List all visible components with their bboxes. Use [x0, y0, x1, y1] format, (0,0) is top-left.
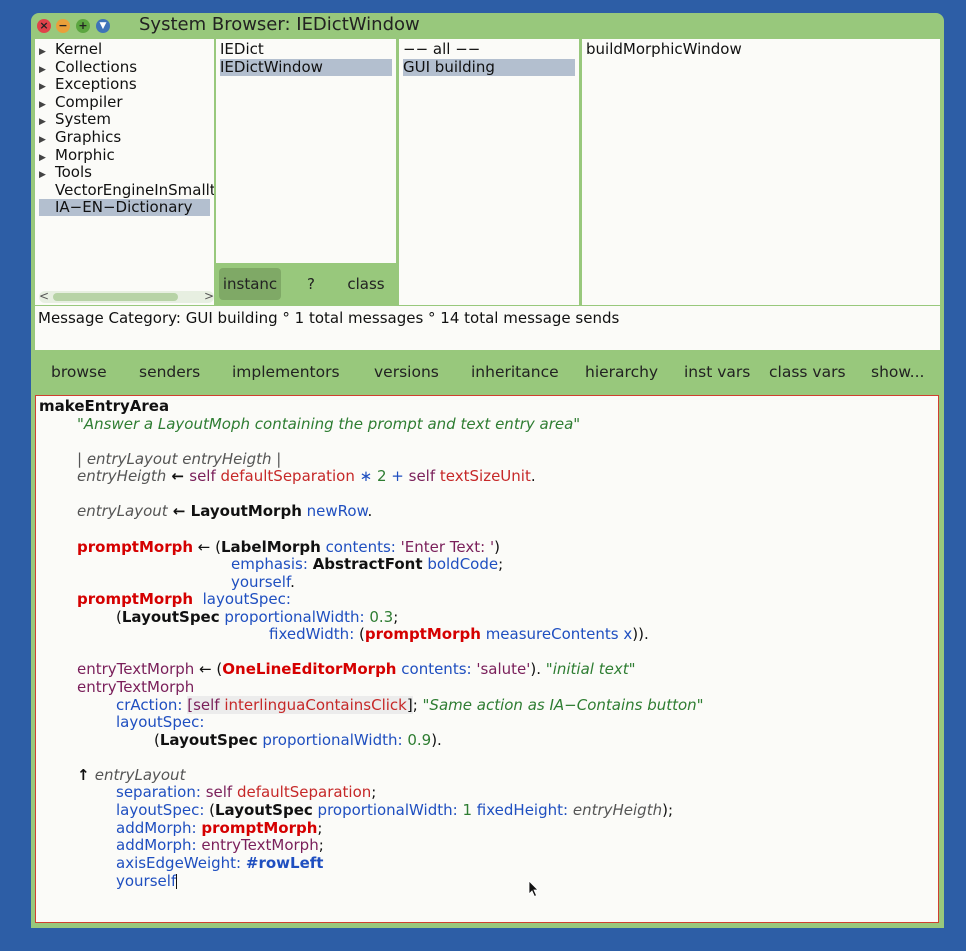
list-item[interactable]: ▶ Tools	[39, 164, 210, 181]
class-vars-button[interactable]: class vars	[769, 363, 846, 381]
inheritance-button[interactable]: inheritance	[471, 363, 559, 381]
code-line: promptMorph layoutSpec:	[77, 590, 291, 608]
list-item[interactable]: IEDict	[220, 41, 392, 58]
mouse-pointer-icon	[528, 880, 539, 898]
maximize-icon[interactable]: +	[76, 19, 90, 33]
list-item[interactable]: −− all −−	[403, 41, 575, 58]
window-menu-icon[interactable]: ▼	[96, 19, 110, 33]
browser-toolbar: browse senders implementors versions inh…	[35, 353, 940, 393]
list-item[interactable]: ▶ Compiler	[39, 93, 210, 111]
window-title: System Browser: IEDictWindow	[139, 14, 420, 35]
list-item[interactable]: ▶ Kernel	[39, 41, 210, 58]
code-line: (LayoutSpec proportionalWidth: 0.9).	[154, 731, 442, 749]
instance-class-switch: instanc ? class	[215, 265, 397, 303]
code-line: emphasis: AbstractFont boldCode;	[231, 555, 504, 573]
code-line: layoutSpec: (LayoutSpec proportionalWidt…	[116, 801, 673, 819]
list-item[interactable]: ▶ System	[39, 111, 210, 128]
code-line: addMorph: entryTextMorph;	[116, 836, 324, 854]
help-button[interactable]: ?	[299, 268, 323, 300]
instance-button[interactable]: instanc	[219, 268, 281, 300]
message-list[interactable]: buildMorphicWindow	[582, 39, 940, 305]
category-hscrollbar[interactable]: < >	[39, 289, 214, 303]
hierarchy-button[interactable]: hierarchy	[585, 363, 658, 381]
show-button[interactable]: show...	[871, 363, 924, 381]
list-item[interactable]: ▶ Graphics	[39, 129, 210, 146]
scroll-right-icon[interactable]: >	[204, 289, 214, 303]
code-line: entryTextMorph ← (OneLineEditorMorph con…	[77, 660, 636, 678]
code-line: fixedWidth: (promptMorph measureContents…	[269, 625, 649, 643]
scroll-left-icon[interactable]: <	[39, 289, 49, 303]
title-bar[interactable]: × − + ▼ System Browser: IEDictWindow	[31, 13, 944, 39]
scrollbar-thumb[interactable]	[53, 293, 178, 301]
code-line: promptMorph ← (LabelMorph contents: 'Ent…	[77, 538, 500, 556]
code-line: separation: self defaultSeparation;	[116, 783, 377, 801]
close-icon[interactable]: ×	[37, 19, 51, 33]
code-line: yourself.	[231, 573, 295, 591]
code-line: "Answer a LayoutMoph containing the prom…	[77, 415, 581, 433]
text-caret	[176, 874, 178, 889]
inst-vars-button[interactable]: inst vars	[684, 363, 750, 381]
code-line: layoutSpec:	[116, 713, 205, 731]
code-line: yourself	[116, 872, 178, 890]
code-line: entryLayout ← LayoutMorph newRow.	[77, 502, 373, 520]
code-line: (LayoutSpec proportionalWidth: 0.3;	[116, 608, 399, 626]
versions-button[interactable]: versions	[374, 363, 439, 381]
class-side-button[interactable]: class	[341, 268, 391, 300]
list-item[interactable]: ▶ Morphic	[39, 146, 210, 164]
code-line: entryTextMorph	[77, 678, 195, 696]
code-line: makeEntryArea	[39, 397, 170, 415]
list-item-selected[interactable]: IEDictWindow	[220, 59, 392, 76]
list-item[interactable]: buildMorphicWindow	[586, 41, 742, 58]
message-category-info: Message Category: GUI building ° 1 total…	[35, 306, 940, 350]
list-item[interactable]: ▶ Exceptions	[39, 76, 210, 93]
code-line: entryHeigth ← self defaultSeparation ∗ 2…	[77, 467, 536, 485]
minimize-icon[interactable]: −	[56, 19, 70, 33]
code-line: addMorph: promptMorph;	[116, 819, 323, 837]
list-item-selected[interactable]: GUI building	[403, 59, 575, 76]
list-item[interactable]: ▶ Collections	[39, 58, 210, 76]
code-line: axisEdgeWeight: #rowLeft	[116, 854, 324, 872]
list-item[interactable]: VectorEngineInSmallt	[39, 181, 214, 199]
class-list[interactable]: IEDict IEDictWindow	[216, 39, 396, 263]
system-browser-window: × − + ▼ System Browser: IEDictWindow ▶ Ke…	[31, 13, 944, 928]
senders-button[interactable]: senders	[139, 363, 200, 381]
list-item-selected[interactable]: IA−EN−Dictionary	[39, 199, 210, 217]
browse-button[interactable]: browse	[51, 363, 107, 381]
category-list[interactable]: ▶ Kernel ▶ Collections ▶ Exceptions ▶ Compil…	[35, 39, 214, 305]
code-line: crAction: [self interlinguaContainsClick…	[116, 696, 704, 714]
message-category-list[interactable]: −− all −− GUI building	[399, 39, 579, 305]
implementors-button[interactable]: implementors	[232, 363, 340, 381]
code-line: ↑ entryLayout	[77, 766, 186, 784]
code-line: | entryLayout entryHeigth |	[77, 450, 282, 468]
code-editor[interactable]: makeEntryArea "Answer a LayoutMoph conta…	[35, 395, 939, 923]
